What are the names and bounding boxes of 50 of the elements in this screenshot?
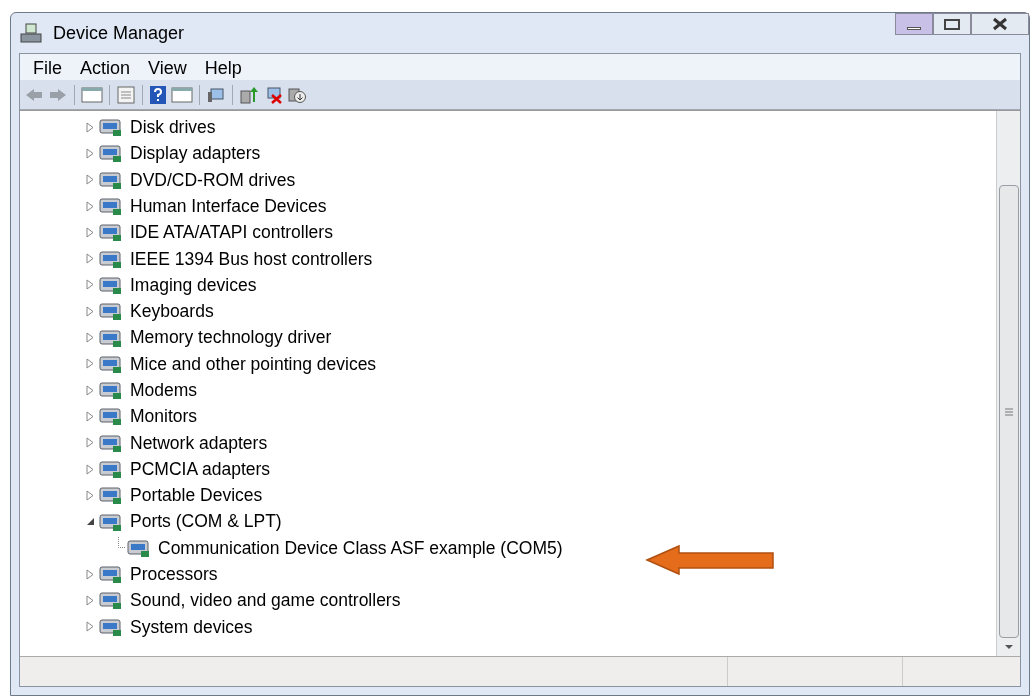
- device-icon: [98, 379, 124, 402]
- device-icon: [98, 116, 124, 139]
- device-icon: [98, 142, 124, 165]
- device-icon: [98, 589, 124, 612]
- tree-item[interactable]: Display adapters: [130, 140, 261, 167]
- tree-item[interactable]: Portable Devices: [130, 482, 263, 509]
- menu-item[interactable]: Action: [71, 55, 140, 79]
- tree-item[interactable]: Imaging devices: [130, 271, 257, 299]
- device-icon: [98, 458, 124, 480]
- tree-item[interactable]: IDE ATA/ATAPI controllers: [130, 219, 333, 246]
- tree-item[interactable]: PCMCIA adapters: [130, 455, 271, 483]
- menu-item[interactable]: File: [24, 55, 71, 79]
- back-arrow-icon[interactable]: [24, 86, 44, 103]
- tree-item[interactable]: IEEE 1394 Bus host controllers: [130, 245, 373, 272]
- device-icon: [98, 405, 124, 428]
- menu-item[interactable]: Help: [195, 55, 251, 79]
- tree-item[interactable]: Human Interface Devices: [130, 192, 327, 220]
- tree-item[interactable]: Sound, video and game controllers: [130, 587, 401, 614]
- device-icon: [98, 195, 124, 218]
- window-title: Device Manager: [53, 21, 185, 45]
- tree-item[interactable]: Memory technology driver: [130, 324, 332, 351]
- scrollbar[interactable]: [996, 111, 1020, 656]
- tree-item[interactable]: Disk drives: [130, 114, 216, 141]
- help-icon[interactable]: [149, 84, 167, 105]
- scrollbar-thumb[interactable]: [998, 185, 1019, 638]
- device-icon: [98, 563, 124, 586]
- tree-item[interactable]: Ports (COM & LPT): [130, 508, 282, 535]
- device-icon: [98, 484, 124, 507]
- close-icon: [991, 17, 1009, 31]
- minimize-button[interactable]: [895, 13, 933, 35]
- tree-item[interactable]: Network adapters: [130, 429, 268, 456]
- close-button[interactable]: [971, 13, 1029, 35]
- tree-item[interactable]: System devices: [130, 613, 253, 640]
- tree-item[interactable]: Monitors: [130, 403, 198, 430]
- properties-icon[interactable]: [116, 85, 136, 104]
- tree-item[interactable]: Processors: [130, 561, 218, 588]
- tree-item[interactable]: Mice and other pointing devices: [130, 350, 377, 377]
- device-icon: [98, 221, 124, 244]
- tree-item[interactable]: Communication Device Class ASF example (COM5): [158, 534, 563, 561]
- menu-item[interactable]: View: [139, 55, 196, 79]
- tree-item[interactable]: DVD/CD-ROM drives: [130, 166, 296, 193]
- maximize-button[interactable]: [933, 13, 971, 35]
- tree-item[interactable]: Keyboards: [130, 298, 214, 325]
- computer-icon: [19, 22, 43, 44]
- device-icon: [98, 300, 124, 323]
- tree-item[interactable]: Modems: [130, 377, 198, 404]
- forward-arrow-icon[interactable]: [48, 86, 68, 103]
- tree-connector-line: [118, 537, 126, 549]
- panel-icon[interactable]: [81, 85, 103, 104]
- scroll-down-icon[interactable]: [1003, 644, 1014, 650]
